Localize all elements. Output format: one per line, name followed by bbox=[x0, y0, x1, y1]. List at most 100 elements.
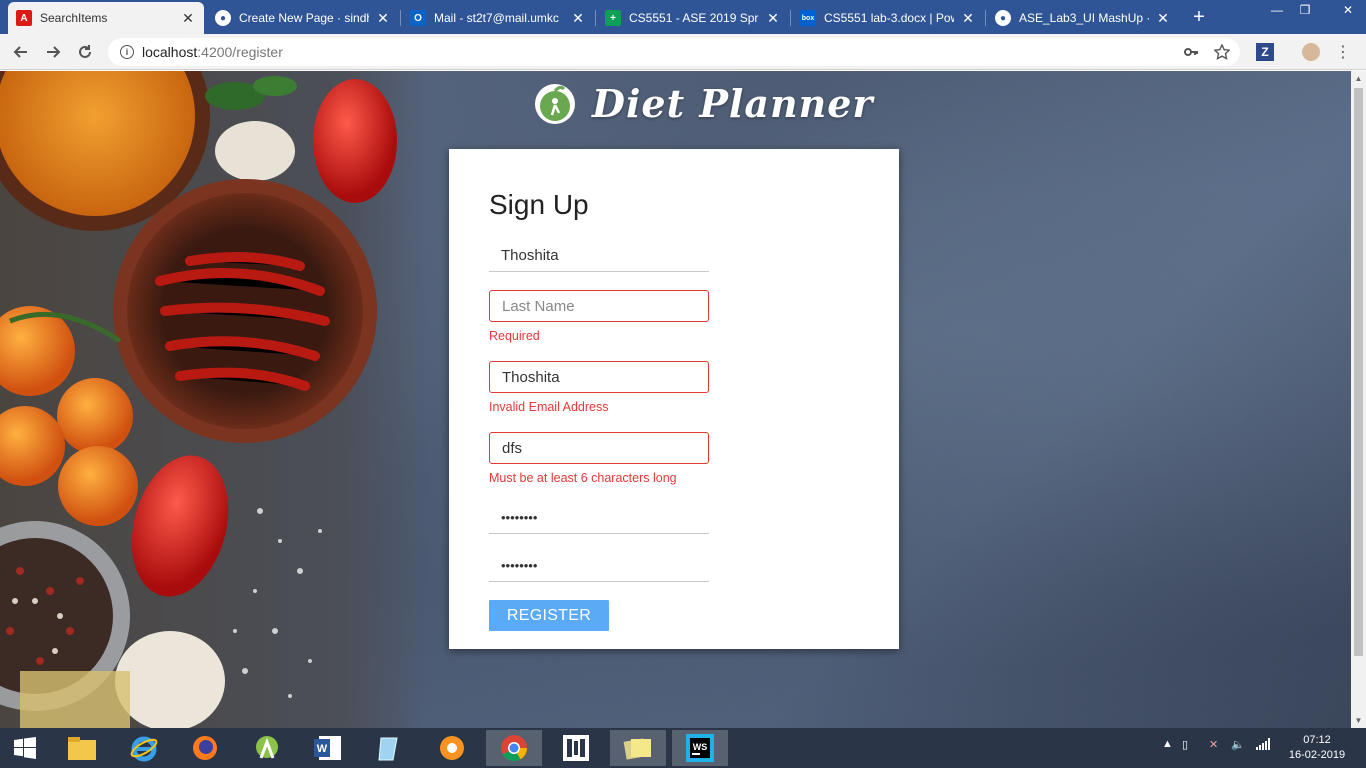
tab-lab3-docx[interactable]: box CS5551 lab-3.docx | Pow ✕ bbox=[792, 2, 984, 34]
tab-title: SearchItems bbox=[40, 11, 108, 25]
taskbar-firefox[interactable] bbox=[177, 730, 233, 766]
clock-date: 16-02-2019 bbox=[1288, 749, 1346, 761]
tab-mail[interactable]: O Mail - st2t7@mail.umkc ✕ bbox=[402, 2, 594, 34]
device-icon[interactable]: ▯ bbox=[1182, 738, 1188, 751]
first-name-field[interactable]: Thoshita bbox=[489, 240, 709, 272]
extension-z-icon[interactable]: Z bbox=[1256, 43, 1274, 61]
taskbar-internet-explorer[interactable] bbox=[116, 730, 172, 766]
email-field[interactable]: Thoshita bbox=[489, 361, 709, 393]
android-studio-icon bbox=[256, 736, 278, 759]
last-name-error: Required bbox=[489, 329, 540, 343]
forward-button[interactable] bbox=[40, 40, 66, 64]
address-bar[interactable]: i localhost:4200/register bbox=[108, 38, 1240, 66]
close-tab-icon[interactable]: ✕ bbox=[1155, 10, 1171, 27]
close-tab-icon[interactable]: ✕ bbox=[960, 10, 976, 27]
tab-create-new-page[interactable]: ● Create New Page · sindh ✕ bbox=[207, 2, 399, 34]
info-icon[interactable]: i bbox=[120, 45, 134, 59]
first-name-value: Thoshita bbox=[501, 247, 559, 264]
confirm-password-field[interactable]: •••••••• bbox=[489, 550, 709, 582]
key-icon[interactable] bbox=[1182, 43, 1200, 61]
scroll-up-icon[interactable]: ▲ bbox=[1351, 71, 1366, 86]
menu-kebab-icon[interactable]: ⋮ bbox=[1334, 43, 1352, 61]
word-icon: W bbox=[314, 736, 341, 760]
new-tab-button[interactable]: + bbox=[1188, 6, 1210, 28]
tab-cs5551-sheet[interactable]: + CS5551 - ASE 2019 Sprin ✕ bbox=[597, 2, 789, 34]
svg-text:W: W bbox=[317, 743, 328, 755]
close-tab-icon[interactable]: ✕ bbox=[570, 10, 586, 27]
close-tab-icon[interactable]: ✕ bbox=[180, 10, 196, 27]
close-tab-icon[interactable]: ✕ bbox=[375, 10, 391, 27]
firefox-icon bbox=[193, 736, 217, 760]
signup-card: Sign Up Thoshita Last Name Required Thos… bbox=[449, 149, 899, 649]
page-viewport: Diet Planner Sign Up Thoshita Last Name … bbox=[0, 71, 1366, 728]
box-icon: box bbox=[800, 10, 816, 26]
volume-icon[interactable]: 🔈 bbox=[1231, 738, 1245, 751]
password-field[interactable]: •••••••• bbox=[489, 502, 709, 534]
last-name-field[interactable]: Last Name bbox=[489, 290, 709, 322]
register-button[interactable]: REGISTER bbox=[489, 600, 609, 631]
page-scrollbar[interactable]: ▲ ▼ bbox=[1351, 71, 1366, 728]
show-hidden-icons[interactable]: ▲ bbox=[1162, 738, 1173, 750]
tab-ase-lab3[interactable]: ● ASE_Lab3_UI MashUp · D ✕ bbox=[987, 2, 1179, 34]
tab-title: ASE_Lab3_UI MashUp · D bbox=[1019, 11, 1149, 25]
sheets-icon: + bbox=[605, 10, 621, 26]
taskbar-chrome[interactable] bbox=[486, 730, 542, 766]
tab-title: Mail - st2t7@mail.umkc bbox=[434, 11, 559, 25]
username-field[interactable]: dfs bbox=[489, 432, 709, 464]
taskbar-sticky-notes[interactable] bbox=[610, 730, 666, 766]
windows-logo-icon bbox=[14, 737, 36, 759]
scroll-down-icon[interactable]: ▼ bbox=[1351, 713, 1366, 728]
outlook-icon: O bbox=[410, 10, 426, 26]
taskbar-teams-app[interactable] bbox=[548, 730, 604, 766]
minimize-icon[interactable]: — bbox=[1262, 0, 1292, 20]
taskbar-notes-app[interactable] bbox=[361, 730, 417, 766]
bracket-app-icon bbox=[563, 735, 589, 761]
confirm-password-mask: •••••••• bbox=[501, 558, 538, 573]
taskbar-word[interactable]: W bbox=[300, 730, 356, 766]
bookmark-star-icon[interactable] bbox=[1213, 43, 1231, 61]
windows-taskbar: W WS ▲ ▯ ✕ 🔈 07:12 16-02-2019 bbox=[0, 728, 1366, 768]
scrollbar-thumb[interactable] bbox=[1354, 88, 1363, 656]
close-tab-icon[interactable]: ✕ bbox=[765, 10, 781, 27]
folder-icon bbox=[68, 737, 96, 760]
reload-button[interactable] bbox=[72, 40, 98, 64]
gear-orange-icon bbox=[440, 736, 464, 760]
taskbar-orange-app[interactable] bbox=[424, 730, 480, 766]
tab-separator bbox=[985, 10, 986, 26]
taskbar-file-explorer[interactable] bbox=[54, 730, 110, 766]
username-error: Must be at least 6 characters long bbox=[489, 471, 677, 485]
browser-toolbar: i localhost:4200/register Z ⋮ bbox=[0, 34, 1366, 70]
username-value: dfs bbox=[502, 439, 523, 457]
form-title: Sign Up bbox=[489, 189, 589, 220]
glass-app-icon bbox=[378, 737, 398, 761]
close-window-icon[interactable]: ✕ bbox=[1330, 0, 1366, 20]
url-host: localhost bbox=[142, 44, 198, 60]
svg-text:WS: WS bbox=[693, 742, 708, 752]
profile-avatar[interactable] bbox=[1302, 43, 1320, 61]
apple-logo-icon bbox=[535, 83, 575, 124]
reload-icon bbox=[79, 45, 91, 58]
tab-title: Create New Page · sindh bbox=[239, 11, 369, 25]
tab-title: CS5551 lab-3.docx | Pow bbox=[824, 11, 954, 25]
arrow-left-icon bbox=[13, 46, 27, 58]
system-clock[interactable]: 07:12 16-02-2019 bbox=[1284, 733, 1350, 763]
brand-title: Diet Planner bbox=[592, 81, 874, 126]
network-warning-icon[interactable]: ✕ bbox=[1209, 738, 1218, 751]
tab-title: CS5551 - ASE 2019 Sprin bbox=[629, 11, 759, 25]
start-button[interactable] bbox=[0, 730, 50, 766]
tab-searchitems[interactable]: A SearchItems ✕ bbox=[8, 2, 204, 34]
taskbar-android-studio[interactable] bbox=[239, 730, 295, 766]
taskbar-webstorm[interactable]: WS bbox=[672, 730, 728, 766]
tab-separator bbox=[595, 10, 596, 26]
github-icon: ● bbox=[995, 10, 1011, 26]
webstorm-icon: WS bbox=[686, 734, 714, 762]
chrome-icon bbox=[501, 735, 528, 762]
back-button[interactable] bbox=[8, 40, 34, 64]
arrow-right-icon bbox=[47, 46, 61, 58]
email-value: Thoshita bbox=[502, 368, 560, 386]
wifi-signal-icon[interactable] bbox=[1256, 738, 1270, 753]
brand-header: Diet Planner bbox=[534, 81, 873, 126]
last-name-placeholder: Last Name bbox=[502, 297, 575, 315]
restore-icon[interactable]: ❐ bbox=[1290, 0, 1320, 20]
browser-tab-strip: A SearchItems ✕ ● Create New Page · sind… bbox=[0, 0, 1366, 34]
